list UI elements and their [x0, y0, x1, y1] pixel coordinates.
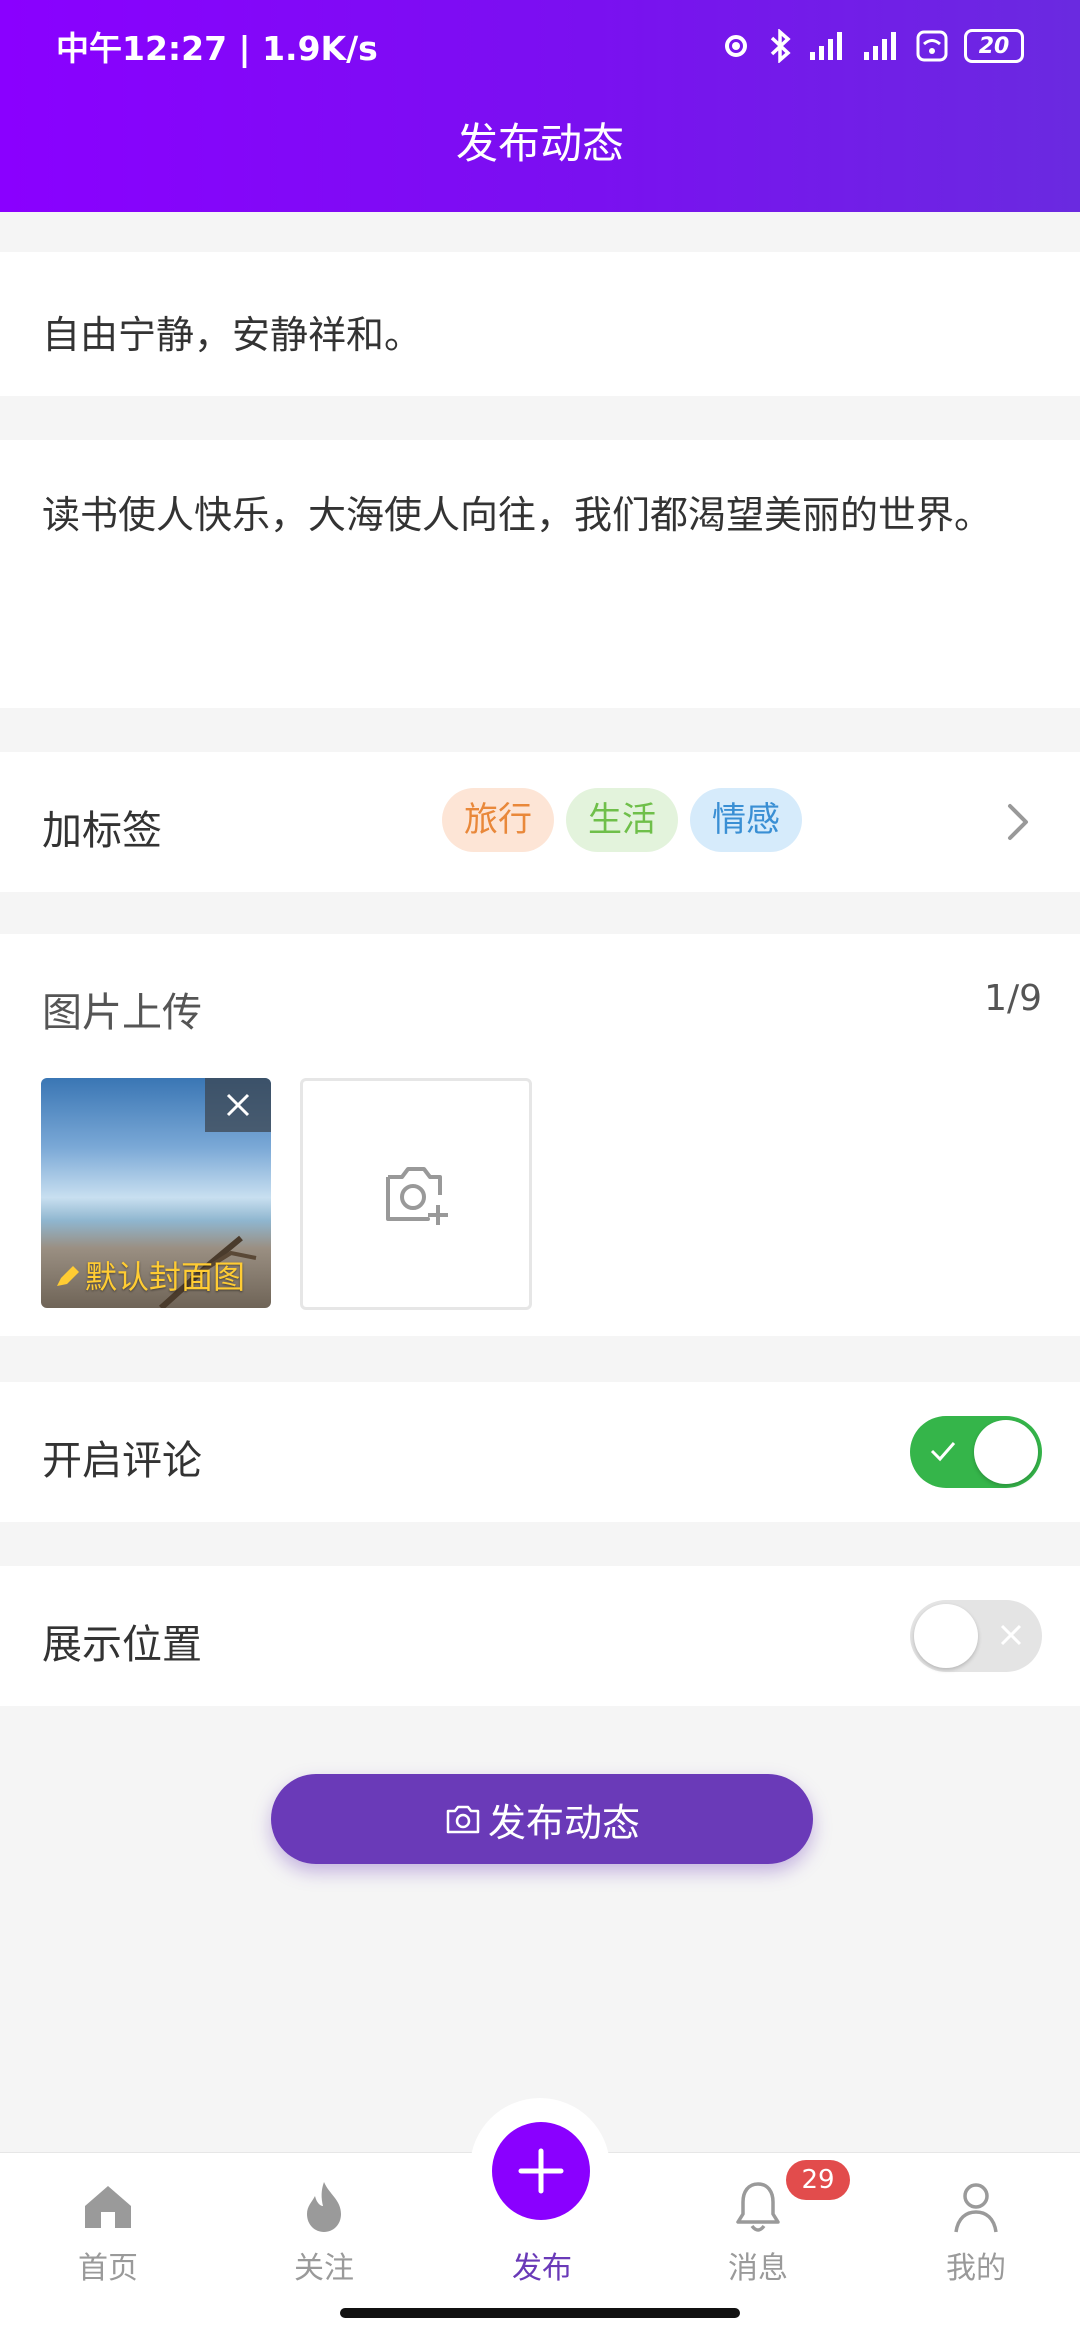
add-photo-button[interactable] — [300, 1078, 532, 1310]
tags-row[interactable]: 加标签 旅行 生活 情感 — [0, 752, 1080, 892]
show-location-row: 展示位置 — [0, 1566, 1080, 1706]
signal-icon — [810, 32, 842, 60]
tags-label: 加标签 — [42, 808, 162, 854]
post-title-field[interactable]: 自由宁静，安静祥和。 — [0, 252, 1080, 396]
location-icon — [725, 35, 747, 57]
bluetooth-icon — [770, 29, 791, 63]
battery-indicator: 20 — [964, 29, 1024, 63]
message-count-badge: 29 — [786, 2160, 850, 2200]
upload-count: 1/9 — [984, 978, 1042, 1019]
enable-comments-row: 开启评论 — [0, 1382, 1080, 1522]
toggle-knob — [974, 1420, 1038, 1484]
post-body-text: 读书使人快乐，大海使人向往，我们都渴望美丽的世界。 — [42, 493, 993, 537]
status-bar: 中午12:27 | 1.9K/s 20 — [56, 22, 1024, 70]
enable-comments-label: 开启评论 — [42, 1438, 202, 1484]
close-icon — [226, 1093, 250, 1117]
upload-label: 图片上传 — [42, 990, 202, 1036]
default-cover-label: 默认封面图 — [53, 1252, 245, 1298]
tab-mine[interactable]: 我的 — [916, 2177, 1036, 2287]
tab-follow[interactable]: 关注 — [264, 2177, 384, 2287]
publish-fab-button[interactable] — [492, 2122, 590, 2220]
tag-chip[interactable]: 生活 — [566, 788, 678, 852]
tab-messages-label: 消息 — [728, 2251, 788, 2286]
post-title-text: 自由宁静，安静祥和。 — [42, 313, 423, 357]
flame-icon — [307, 2182, 341, 2232]
camera-add-icon — [386, 1167, 448, 1225]
pencil-icon — [57, 1266, 79, 1286]
toggle-knob — [914, 1604, 978, 1668]
tab-follow-label: 关注 — [294, 2251, 354, 2286]
image-upload-section: 图片上传 1/9 默认封面图 — [0, 934, 1080, 1336]
chevron-right-icon[interactable] — [1000, 798, 1036, 846]
post-body-field[interactable]: 读书使人快乐，大海使人向往，我们都渴望美丽的世界。 — [0, 440, 1080, 708]
home-icon — [85, 2186, 131, 2228]
page-title: 发布动态 — [455, 119, 624, 168]
status-time-speed: 中午12:27 | 1.9K/s — [56, 29, 378, 68]
uploaded-image-thumbnail[interactable]: 默认封面图 — [41, 1078, 271, 1308]
close-icon — [1000, 1624, 1022, 1646]
tab-publish-label: 发布 — [512, 2251, 572, 2286]
bell-icon — [736, 2182, 780, 2232]
signal-icon — [864, 32, 896, 60]
plus-icon — [518, 2148, 564, 2194]
enable-comments-toggle[interactable] — [910, 1416, 1042, 1488]
cover-text: 默认封面图 — [85, 1258, 246, 1296]
tab-mine-label: 我的 — [946, 2251, 1006, 2286]
remove-image-button[interactable] — [205, 1078, 271, 1132]
tab-home-label: 首页 — [78, 2251, 138, 2286]
publish-button-label: 发布动态 — [487, 1800, 640, 1845]
show-location-toggle[interactable] — [910, 1600, 1042, 1672]
header-bar: 中午12:27 | 1.9K/s 20 发布动态 — [0, 0, 1080, 212]
check-icon — [930, 1442, 956, 1462]
tag-chip[interactable]: 情感 — [690, 788, 802, 852]
camera-icon — [446, 1805, 480, 1834]
user-icon — [954, 2183, 998, 2233]
show-location-label: 展示位置 — [42, 1622, 202, 1668]
status-icons: 20 — [720, 29, 1024, 63]
tab-home[interactable]: 首页 — [48, 2177, 168, 2287]
tag-chip[interactable]: 旅行 — [442, 788, 554, 852]
publish-button[interactable]: 发布动态 — [271, 1774, 813, 1864]
home-indicator — [340, 2308, 740, 2318]
wifi-icon — [916, 30, 948, 62]
